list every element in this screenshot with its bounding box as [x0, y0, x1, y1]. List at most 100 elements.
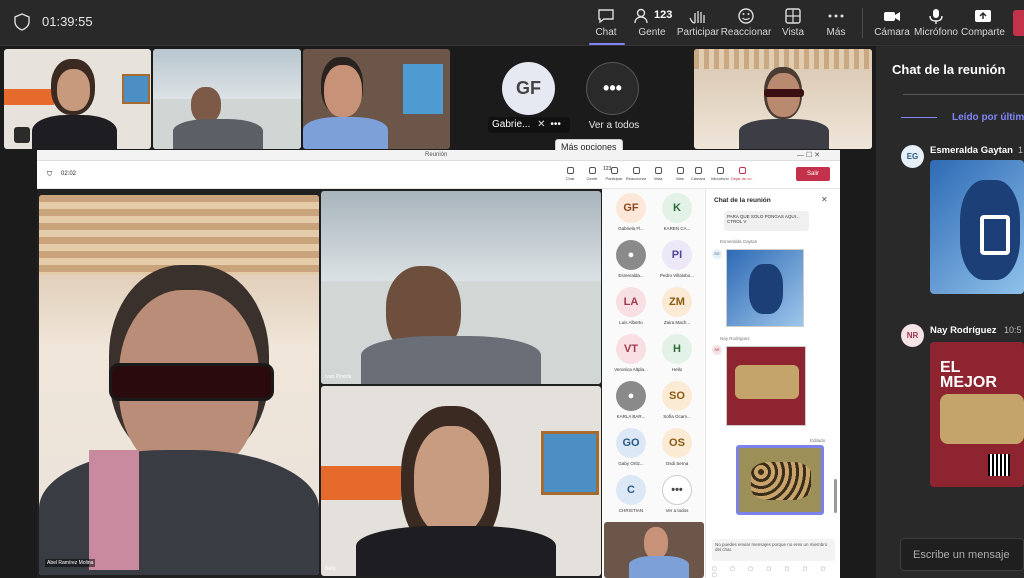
chat-sender-name: Esmeralda Gaytan: [720, 239, 758, 244]
inner-people-button[interactable]: Gente: [581, 165, 603, 181]
ceiling-slats: [694, 49, 872, 69]
react-button[interactable]: Reaccionar: [720, 6, 772, 42]
tile-name: Abel Ramírez Molina: [45, 559, 96, 567]
inner-main-tile[interactable]: Abel Ramírez Molina: [39, 195, 319, 575]
roster-participant[interactable]: VT Veronica Altpla...: [608, 334, 654, 378]
video-tile-participant[interactable]: [4, 49, 151, 149]
more-options-icon[interactable]: •••: [550, 119, 561, 130]
inner-leave-button[interactable]: Salir: [796, 167, 830, 181]
person-face: [324, 65, 362, 117]
people-button[interactable]: 123 Gente: [626, 6, 678, 42]
person-body: [629, 556, 689, 578]
roster-participant[interactable]: OS Osdi Serna: [654, 428, 700, 472]
window-controls-icon[interactable]: — ☐ ✕: [797, 151, 820, 159]
video-tile-participant[interactable]: [694, 49, 872, 149]
shark-mascot-image[interactable]: [930, 160, 1024, 294]
roster-participant[interactable]: GF Gabriela Fl...: [608, 193, 654, 237]
roster-name: Osdi Serna: [665, 461, 689, 466]
chat-sender-avatar: NR: [712, 345, 722, 355]
smiley-icon: [738, 8, 754, 24]
chat-sender-name: Nay Rodriguez: [720, 336, 750, 341]
inner-chat-button[interactable]: Chat: [559, 165, 581, 181]
more-button[interactable]: Más: [810, 6, 862, 42]
microphone-icon: [929, 9, 943, 24]
raise-hand-button[interactable]: Participar: [672, 6, 724, 42]
video-tile-participant[interactable]: [153, 49, 301, 149]
chat-image-ocelot[interactable]: [736, 445, 824, 515]
chat-compose-toolbar: ▢ ▢ ▢ ▢ ▢ ▢ ▢ ▢: [712, 566, 832, 578]
roster-name: Esmeralda...: [618, 273, 644, 278]
person-body: [303, 117, 388, 149]
roster-participant[interactable]: PI Pedro Villalobo...: [654, 240, 700, 284]
roster-avatar: SO: [662, 381, 692, 411]
person-face: [644, 527, 668, 559]
share-icon: [975, 10, 991, 22]
ceiling-slats: [39, 195, 319, 275]
inner-stop-sharing-button[interactable]: Dejar de co...: [731, 165, 753, 181]
inner-view-icon: [654, 167, 662, 174]
inner-shield-icon: ⛉: [47, 171, 53, 178]
roster-participant[interactable]: ● Esmeralda...: [608, 240, 654, 284]
inner-chat-title: Chat de la reunión: [714, 197, 771, 204]
inner-view-button[interactable]: Vista: [647, 165, 669, 181]
chat-button[interactable]: Chat: [580, 6, 632, 42]
roster-avatar: OS: [662, 428, 692, 458]
compose-message-input[interactable]: Escribe un mensaje: [900, 538, 1024, 571]
microphone-label: Micrófono: [914, 27, 958, 38]
person-body: [173, 119, 263, 149]
more-label: Más: [826, 27, 846, 38]
roster-participant[interactable]: K KAREN CA...: [654, 193, 700, 237]
inner-toolbar-label: Vista: [653, 176, 663, 181]
ocelot-figure: [751, 462, 811, 500]
sender-name: Esmeralda Gaytan: [930, 145, 1013, 156]
roster-avatar: ●: [616, 381, 646, 411]
inner-camera-button[interactable]: Cámara: [687, 165, 709, 181]
chat-image-shark-mascot[interactable]: [726, 249, 804, 327]
chat-scrollbar[interactable]: [834, 479, 837, 513]
window-titlebar: Reunión — ☐ ✕: [37, 150, 840, 161]
roster-participant[interactable]: H Hello: [654, 334, 700, 378]
poster-title: EL MEJOR: [940, 359, 997, 391]
roster-see-all[interactable]: ••• Ver a todos: [654, 475, 700, 519]
person-body: [739, 119, 829, 149]
inner-stop-sharing-icon: [738, 167, 746, 174]
poster-graphic: [735, 365, 799, 399]
inner-toolbar-label: Micrófono: [711, 176, 729, 181]
inner-react-icon: [632, 167, 640, 174]
inner-tile-nelly[interactable]: Nelly: [321, 386, 601, 576]
camera-icon: [884, 12, 900, 21]
inner-chat-close-icon[interactable]: ✕: [821, 195, 828, 204]
participant-avatar[interactable]: GF: [502, 62, 555, 115]
roster-avatar: K: [662, 193, 692, 223]
chat-image-poster[interactable]: [726, 346, 806, 426]
person-glasses: [109, 363, 274, 401]
roster-participant[interactable]: C CHRISTIAN: [608, 475, 654, 519]
video-tile-participant[interactable]: [303, 49, 450, 149]
inner-self-tile[interactable]: [604, 522, 704, 578]
leave-button[interactable]: [1013, 10, 1024, 36]
inner-toolbar-label: Dejar de co...: [731, 176, 753, 181]
sender-avatar: EG: [901, 145, 924, 168]
people-count: 123: [654, 9, 673, 21]
inner-roster: GF Gabriela Fl... K KAREN CA... ● Esmeralda..…: [602, 189, 704, 578]
roster-avatar: ●: [616, 240, 646, 270]
inner-react-button[interactable]: Reaccionar: [625, 165, 647, 181]
roster-name: Luis Alberto: [619, 320, 643, 325]
roster-participant[interactable]: ● KARLA BAR...: [608, 381, 654, 425]
read-by-line: [901, 117, 937, 118]
roster-participant[interactable]: ZM Zaira Mach...: [654, 287, 700, 331]
share-button[interactable]: Comparte: [957, 6, 1009, 42]
inner-tile-ivan[interactable]: Ivan Pineda: [321, 191, 601, 384]
roster-grid: GF Gabriela Fl... K KAREN CA... ● Esmeralda..…: [602, 189, 704, 519]
see-all-button[interactable]: •••: [586, 62, 639, 115]
roster-participant[interactable]: GO Gaby Ortiz...: [608, 428, 654, 472]
microphone-button[interactable]: Micrófono: [910, 6, 962, 42]
mascot-logo: [980, 215, 1010, 255]
more-dots-icon: [828, 14, 844, 18]
inner-toolbar-label: Gente: [586, 176, 598, 181]
roster-participant[interactable]: LA Luis Alberto: [608, 287, 654, 331]
poster-image[interactable]: EL MEJOR: [930, 342, 1024, 487]
roster-participant[interactable]: SO Sofía Ocam...: [654, 381, 700, 425]
roster-name: KARLA BAR...: [616, 414, 646, 419]
inner-microphone-button[interactable]: Micrófono: [709, 165, 731, 181]
